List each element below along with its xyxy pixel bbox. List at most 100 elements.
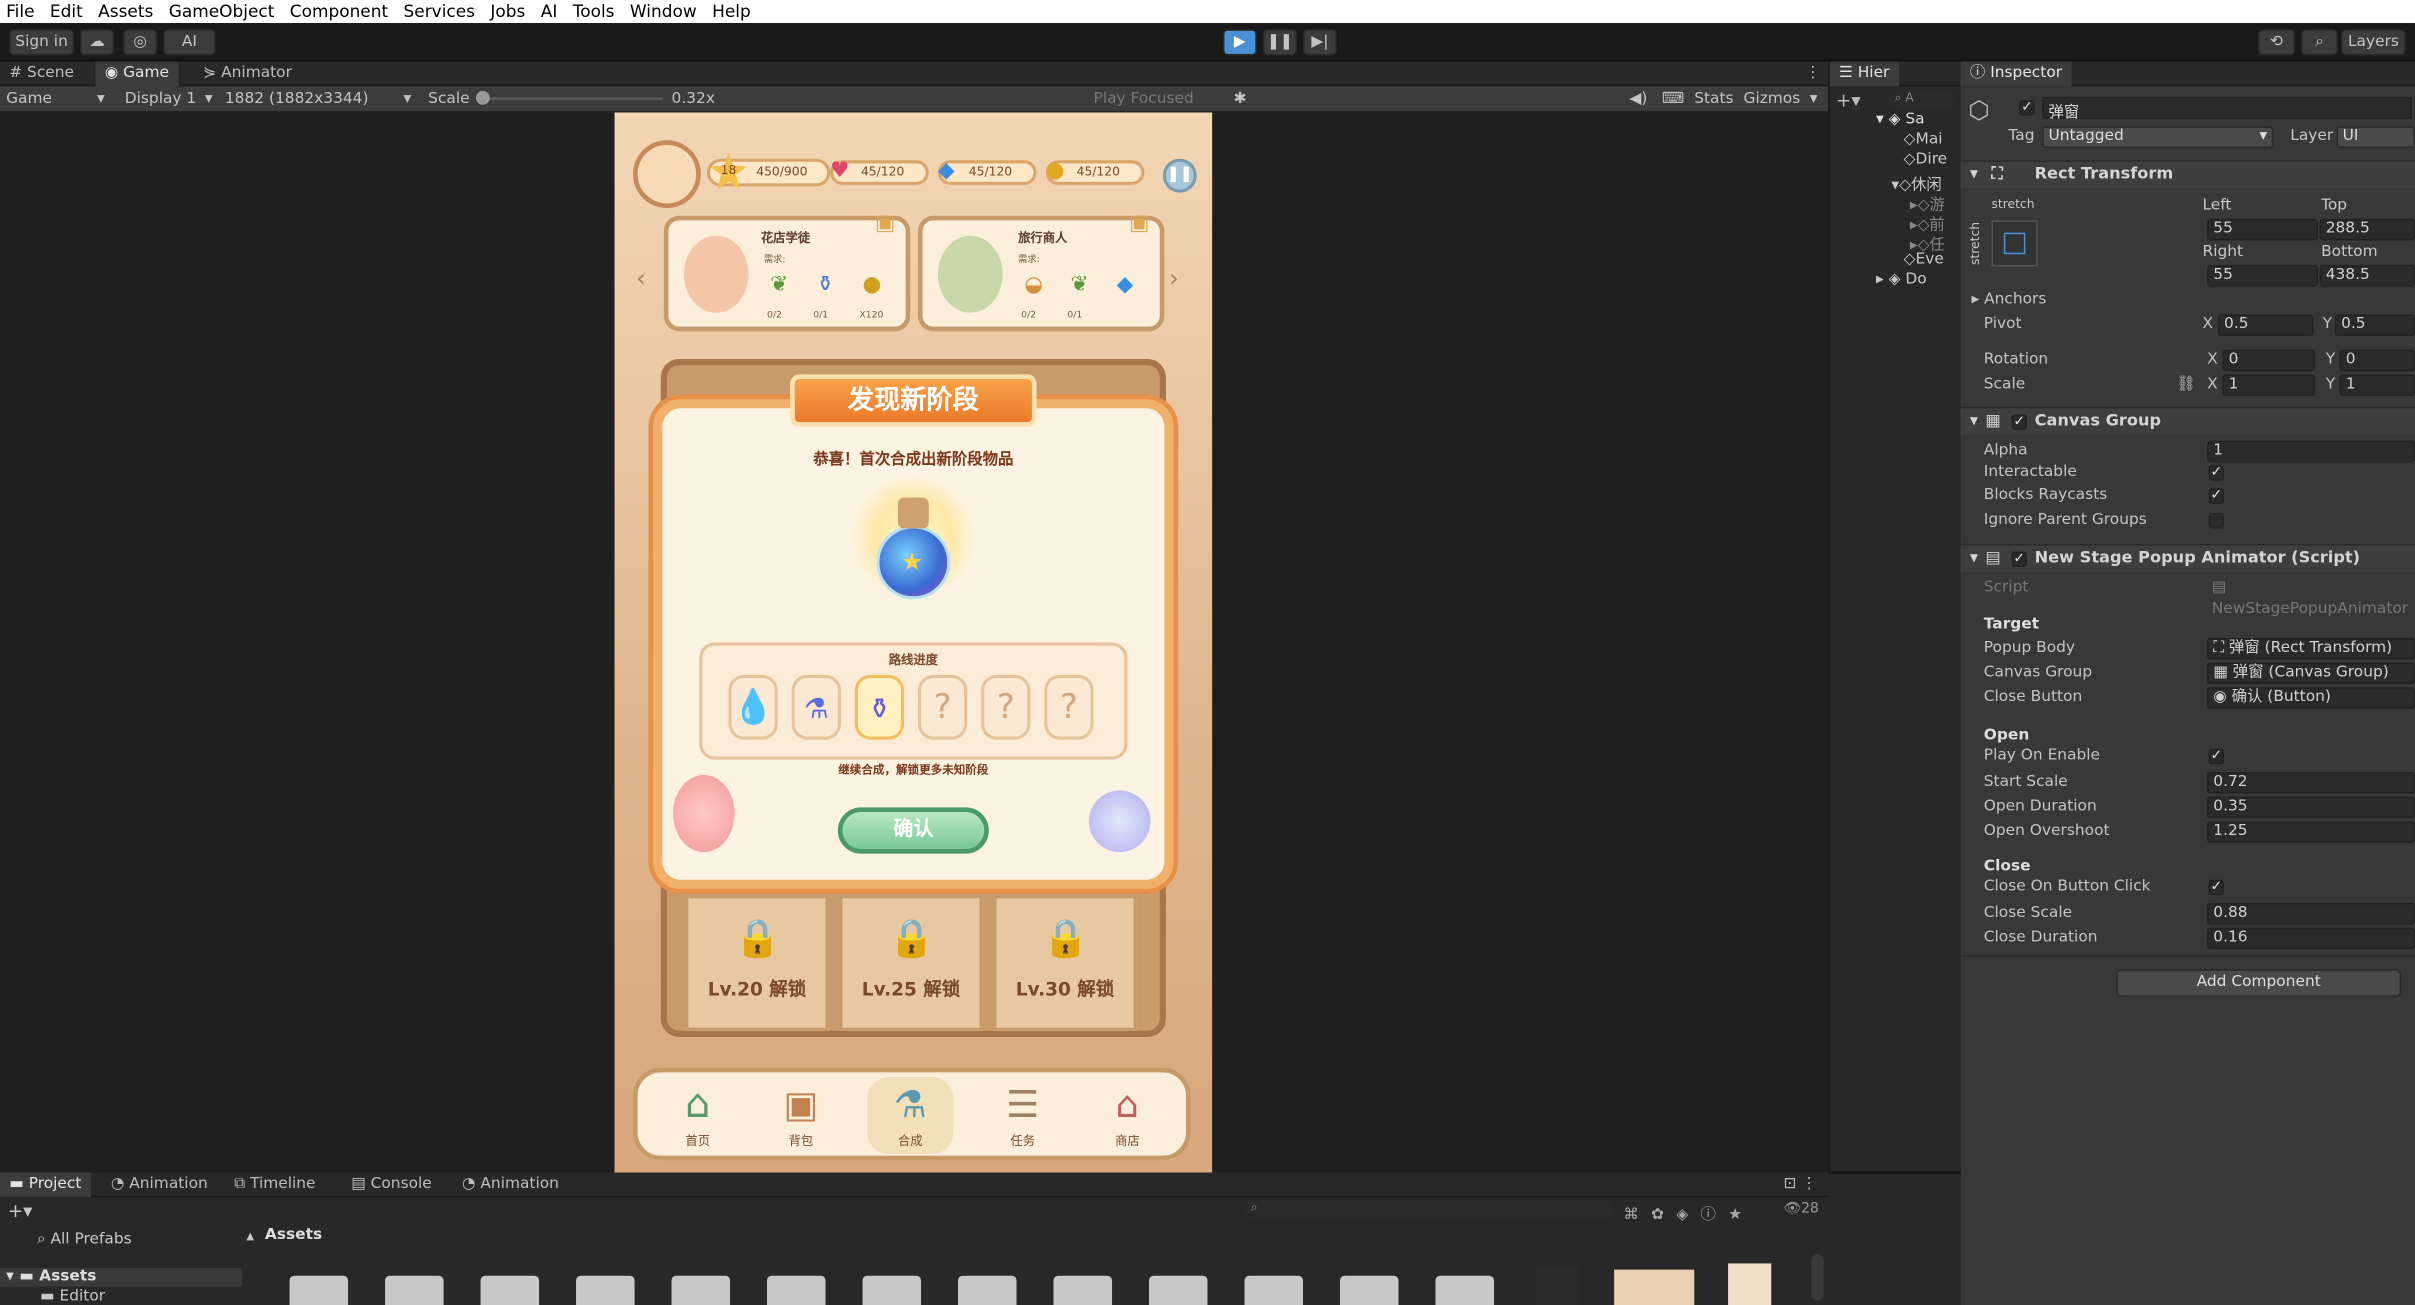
tag-dropdown[interactable]: Untagged ▾	[2042, 126, 2274, 148]
tab-animation-2[interactable]: ◔ Animation	[453, 1173, 568, 1198]
assets-tree-item[interactable]: ▾ ▬ Assets	[6, 1268, 96, 1285]
alpha-field[interactable]: 1	[2207, 440, 2415, 463]
project-scrollbar[interactable]	[1811, 1254, 1824, 1301]
scale-slider[interactable]	[477, 97, 663, 101]
play-icon[interactable]: ▶	[1222, 29, 1257, 56]
history-icon[interactable]: ⟲	[2257, 29, 2295, 56]
close-on-click-checkbox[interactable]: ✓	[2208, 879, 2225, 896]
open-duration-field[interactable]: 0.35	[2207, 796, 2415, 819]
menu-edit[interactable]: Edit	[50, 0, 83, 23]
anchors-foldout[interactable]: ▸ Anchors	[1971, 290, 2046, 312]
pause-button[interactable]: ❚❚	[1162, 158, 1197, 193]
top-field[interactable]: 288.5	[2319, 218, 2415, 241]
add-component-button[interactable]: Add Component	[2116, 969, 2402, 997]
script-header[interactable]: ▾ ▤ ✓ New Stage Popup Animator (Script)	[1960, 543, 2415, 572]
tab-project[interactable]: ▬ Project	[0, 1172, 91, 1198]
folder-icon[interactable]	[958, 1275, 1017, 1305]
close-duration-field[interactable]: 0.16	[2207, 927, 2415, 950]
start-scale-field[interactable]: 0.72	[2207, 771, 2415, 794]
folder-icon[interactable]	[1053, 1275, 1113, 1305]
object-name-input[interactable]: 弹窗	[2042, 97, 2412, 122]
menu-window[interactable]: Window	[630, 0, 697, 23]
hierarchy-item[interactable]: ▸ ◈ Do	[1876, 271, 1927, 288]
chevron-right-icon[interactable]: ›	[1169, 263, 1179, 292]
menu-help[interactable]: Help	[712, 0, 751, 23]
active-checkbox[interactable]: ✓	[2019, 100, 2035, 116]
left-field[interactable]: 55	[2207, 218, 2319, 241]
confirm-button[interactable]: 确认	[837, 807, 989, 854]
layers-dropdown[interactable]: Layers	[2341, 29, 2406, 56]
canvas-group-enabled-checkbox[interactable]: ✓	[2011, 414, 2027, 430]
scene-item[interactable]: ▾ ◈ Sa	[1876, 111, 1925, 128]
menu-component[interactable]: Component	[290, 0, 388, 23]
play-on-enable-checkbox[interactable]: ✓	[2208, 748, 2225, 765]
collab-icon[interactable]: ◎	[123, 29, 158, 56]
hierarchy-item[interactable]: ◇Mai	[1904, 131, 1943, 148]
rotation-y-field[interactable]: 0	[2339, 349, 2415, 372]
order-card-merchant[interactable]: 旅行商人 需求: 0/2 0/1 ◒ ❦ ◆ ▣	[917, 211, 1165, 332]
menu-assets[interactable]: Assets	[98, 0, 153, 23]
folder-icon[interactable]	[671, 1275, 731, 1305]
popup-body-field[interactable]: ⛶ 弹窗 (Rect Transform)	[2207, 637, 2415, 660]
lock-icon[interactable]: ⊡ ⋮	[1774, 1173, 1826, 1198]
nav-home[interactable]: ⌂ 首页	[655, 1077, 741, 1154]
open-overshoot-field[interactable]: 1.25	[2207, 821, 2415, 843]
pivot-y-field[interactable]: 0.5	[2334, 314, 2415, 336]
canvas-group-ref-field[interactable]: ▦ 弹窗 (Canvas Group)	[2207, 662, 2415, 685]
folder-icon[interactable]	[1339, 1275, 1399, 1305]
right-field[interactable]: 55	[2207, 265, 2319, 287]
dropdown-arrow-icon[interactable]: ▾	[1810, 89, 1818, 109]
game-screen[interactable]: 450/900 18 45/120 ♥ 45/120 ◆ 45/120 ● ❚❚…	[614, 112, 1213, 1173]
tab-timeline[interactable]: ⧉ Timeline	[225, 1173, 325, 1198]
chevron-left-icon[interactable]: ‹	[636, 263, 646, 292]
blocks-raycasts-checkbox[interactable]: ✓	[2208, 488, 2225, 504]
tab-animation[interactable]: ◔ Animation	[102, 1173, 217, 1198]
layer-dropdown[interactable]: UI	[2336, 126, 2415, 148]
menu-tools[interactable]: Tools	[573, 0, 615, 23]
step-icon[interactable]: ▶|	[1303, 29, 1337, 56]
sign-in-button[interactable]: Sign in	[9, 29, 74, 56]
folder-icon[interactable]	[289, 1275, 349, 1305]
mute-icon[interactable]: ◀)	[1630, 89, 1648, 109]
nav-merge[interactable]: ⚗ 合成	[867, 1077, 954, 1155]
menu-file[interactable]: File	[6, 0, 34, 23]
folder-icon[interactable]	[385, 1275, 444, 1305]
asset-thumbnail[interactable]	[1728, 1263, 1772, 1305]
folder-icon[interactable]	[862, 1275, 922, 1305]
hierarchy-item[interactable]: ◇Eve	[1904, 251, 1944, 268]
nav-shop[interactable]: ⌂ 商店	[1084, 1077, 1170, 1154]
tab-console[interactable]: ▤ Console	[342, 1173, 441, 1198]
tab-animator[interactable]: ⋟ Animator	[194, 62, 301, 87]
tab-scene[interactable]: # Scene	[0, 62, 83, 87]
keyboard-icon[interactable]: ⌨	[1662, 89, 1684, 109]
bottom-field[interactable]: 438.5	[2319, 265, 2415, 287]
scale-y-field[interactable]: 1	[2339, 374, 2415, 396]
tab-game[interactable]: ◉ Game	[95, 61, 179, 87]
interactable-checkbox[interactable]: ✓	[2208, 465, 2225, 481]
chevron-up-icon[interactable]: ▴	[246, 1228, 254, 1245]
game-mode-dropdown[interactable]: Game	[6, 89, 52, 109]
folder-icon[interactable]	[1148, 1275, 1208, 1305]
link-icon[interactable]: ⛓	[2176, 374, 2196, 396]
script-enabled-checkbox[interactable]: ✓	[2011, 551, 2027, 568]
avatar[interactable]	[633, 140, 701, 209]
rotation-x-field[interactable]: 0	[2222, 349, 2315, 372]
close-scale-field[interactable]: 0.88	[2207, 902, 2415, 925]
folder-icon[interactable]	[1435, 1275, 1494, 1305]
anchor-preset-button[interactable]	[1991, 220, 2038, 267]
menu-gameobject[interactable]: GameObject	[169, 0, 275, 23]
folder-icon[interactable]	[576, 1275, 635, 1305]
cloud-icon[interactable]: ☁	[80, 29, 114, 56]
add-asset-icon[interactable]: +▾	[8, 1200, 33, 1222]
play-focused-dropdown[interactable]: Play Focused	[1094, 89, 1194, 109]
project-search-input[interactable]: ⌕	[1244, 1200, 1615, 1221]
bug-icon[interactable]: ✱	[1234, 89, 1247, 109]
tab-inspector[interactable]: ⓘ Inspector	[1960, 61, 2072, 87]
canvas-group-header[interactable]: ▾ ▦ ✓ Canvas Group	[1960, 406, 2415, 435]
ai-button[interactable]: AI	[163, 29, 216, 56]
all-prefabs-item[interactable]: ⌕ All Prefabs	[37, 1231, 132, 1248]
nav-backpack[interactable]: ▣ 背包	[758, 1077, 844, 1154]
tab-hierarchy[interactable]: ☰ Hier	[1829, 61, 1899, 87]
editor-folder-item[interactable]: ▬ Editor	[40, 1288, 105, 1305]
rect-transform-header[interactable]: ▾ ⛶ Rect Transform	[1960, 160, 2415, 188]
